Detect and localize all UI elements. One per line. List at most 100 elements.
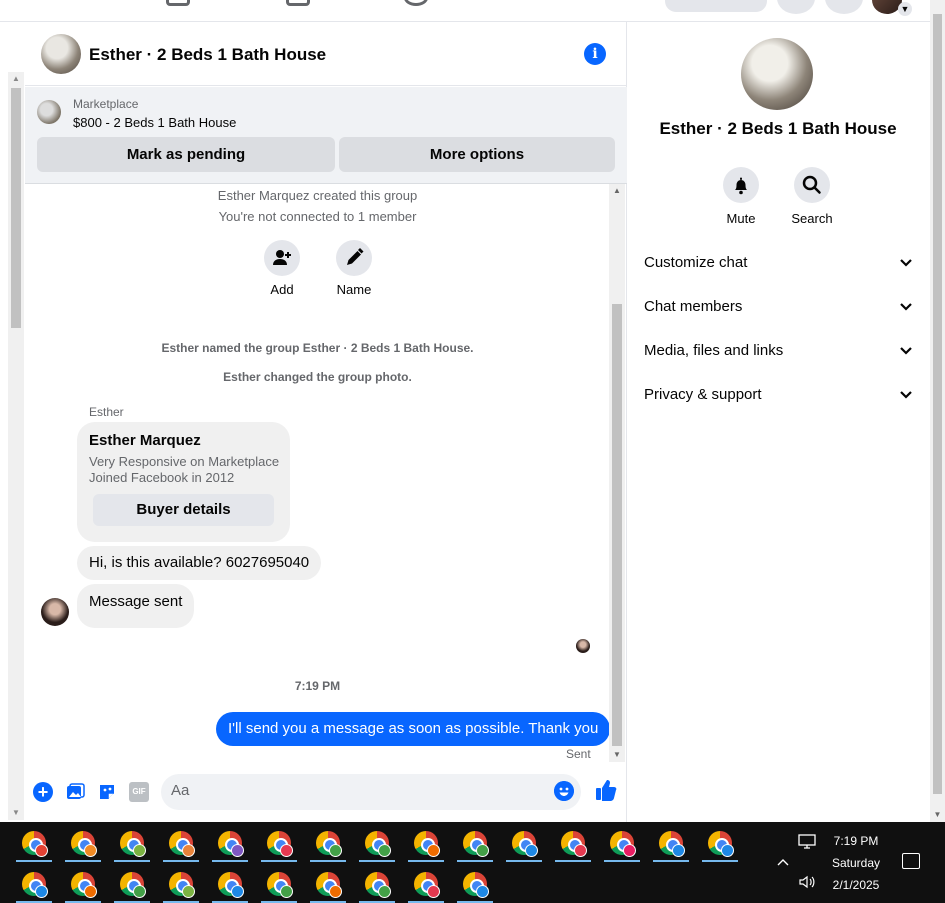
profile-badge-icon xyxy=(329,844,342,857)
incoming-message[interactable]: Message sent xyxy=(77,584,195,628)
taskbar-chrome-button[interactable] xyxy=(406,824,446,862)
taskbar-chrome-button[interactable] xyxy=(210,824,250,862)
chevron-up-icon[interactable] xyxy=(776,854,790,870)
sticker-icon[interactable] xyxy=(97,782,117,802)
add-member-action[interactable]: Add xyxy=(252,240,312,297)
clock-day[interactable]: Saturday xyxy=(826,856,886,870)
screen: ▼ ▲ ▼ Esther · 2 Beds 1 Bath House i Mar… xyxy=(0,0,945,903)
taskbar-chrome-button[interactable] xyxy=(406,865,446,903)
sender-name: Esther xyxy=(89,405,124,419)
marketplace-nav-icon[interactable] xyxy=(166,0,190,6)
taskbar-chrome-button[interactable] xyxy=(259,865,299,903)
taskbar-chrome-button[interactable] xyxy=(161,824,201,862)
scroll-down-arrow-icon[interactable]: ▼ xyxy=(930,808,945,822)
taskbar-chrome-button[interactable] xyxy=(112,865,152,903)
taskbar-chrome-button[interactable] xyxy=(14,824,54,862)
taskbar-chrome-button[interactable] xyxy=(161,865,201,903)
add-person-icon[interactable] xyxy=(264,240,300,276)
buyer-name[interactable]: Esther Marquez xyxy=(89,432,201,449)
pencil-icon[interactable] xyxy=(336,240,372,276)
profile-badge-icon xyxy=(182,885,195,898)
photo-attach-icon[interactable] xyxy=(65,782,85,802)
page-scrollbar[interactable]: ▲ ▼ xyxy=(8,72,24,820)
buyer-joined: Joined Facebook in 2012 xyxy=(89,470,235,485)
search-icon[interactable] xyxy=(794,167,830,203)
mark-as-pending-button[interactable]: Mark as pending xyxy=(37,137,335,172)
profile-badge-icon xyxy=(329,885,342,898)
scrollbar-thumb[interactable] xyxy=(612,304,622,746)
incoming-message[interactable]: Hi, is this available? 6027695040 xyxy=(77,546,322,580)
info-icon[interactable]: i xyxy=(584,43,606,65)
running-indicator xyxy=(408,860,444,862)
taskbar-chrome-button[interactable] xyxy=(112,824,152,862)
buyer-details-button[interactable]: Buyer details xyxy=(93,494,274,526)
taskbar-chrome-button[interactable] xyxy=(455,824,495,862)
taskbar-chrome-button[interactable] xyxy=(357,824,397,862)
taskbar-chrome-button[interactable] xyxy=(651,824,691,862)
scroll-down-arrow-icon[interactable]: ▼ xyxy=(8,806,24,820)
taskbar-chrome-button[interactable] xyxy=(308,865,348,903)
listing-thumbnail[interactable] xyxy=(37,100,61,124)
outgoing-message[interactable]: I'll send you a message as soon as possi… xyxy=(216,712,611,746)
menu-grid-icon[interactable] xyxy=(777,0,815,14)
taskbar-chrome-button[interactable] xyxy=(210,865,250,903)
chat-members-row[interactable]: Chat members xyxy=(636,286,922,330)
bell-icon[interactable] xyxy=(723,167,759,203)
chevron-down-icon xyxy=(900,391,912,399)
taskbar-chrome-button[interactable] xyxy=(602,824,642,862)
scrollbar-thumb[interactable] xyxy=(11,88,21,328)
action-center-icon[interactable] xyxy=(902,853,920,869)
clock-time[interactable]: 7:19 PM xyxy=(826,834,886,848)
privacy-support-row[interactable]: Privacy & support xyxy=(636,374,922,418)
listing-title[interactable]: $800 - 2 Beds 1 Bath House xyxy=(73,115,236,130)
network-icon[interactable] xyxy=(798,834,816,853)
media-files-links-row[interactable]: Media, files and links xyxy=(636,330,922,374)
emoji-icon[interactable] xyxy=(554,781,574,801)
name-group-action[interactable]: Name xyxy=(324,240,384,297)
sender-avatar[interactable] xyxy=(41,598,69,626)
message-input-box[interactable] xyxy=(161,774,581,810)
running-indicator xyxy=(359,860,395,862)
taskbar-chrome-button[interactable] xyxy=(700,824,740,862)
gif-icon[interactable]: GIF xyxy=(129,782,149,802)
message-input[interactable] xyxy=(171,782,541,799)
taskbar-chrome-button[interactable] xyxy=(455,865,495,903)
gaming-nav-icon[interactable] xyxy=(404,0,428,6)
scrollbar-thumb[interactable] xyxy=(933,14,942,794)
scroll-up-arrow-icon[interactable]: ▲ xyxy=(609,184,625,198)
group-photo-large[interactable] xyxy=(741,38,813,110)
scroll-up-arrow-icon[interactable]: ▲ xyxy=(8,72,24,86)
system-message-named: Esther named the group Esther · 2 Beds 1… xyxy=(161,341,474,355)
mute-action[interactable]: Mute xyxy=(711,167,771,226)
more-options-button[interactable]: More options xyxy=(339,137,615,172)
account-chevron-icon[interactable]: ▼ xyxy=(898,2,912,16)
taskbar-chrome-button[interactable] xyxy=(308,824,348,862)
clock-date[interactable]: 2/1/2025 xyxy=(826,878,886,892)
thumbs-up-icon[interactable] xyxy=(595,778,617,802)
profile-badge-icon xyxy=(378,885,391,898)
taskbar-chrome-button[interactable] xyxy=(504,824,544,862)
search-action[interactable]: Search xyxy=(782,167,842,226)
taskbar-chrome-button[interactable] xyxy=(63,824,103,862)
taskbar-chrome-button[interactable] xyxy=(259,824,299,862)
group-photo[interactable] xyxy=(41,34,81,74)
chat-details-pane: Esther · 2 Beds 1 Bath House Mute Search… xyxy=(628,22,930,822)
messages-scrollbar[interactable]: ▲ ▼ xyxy=(609,184,625,762)
plus-icon[interactable]: + xyxy=(33,782,53,802)
groups-nav-icon[interactable] xyxy=(286,0,310,6)
taskbar-chrome-button[interactable] xyxy=(63,865,103,903)
taskbar: 7:19 PM Saturday 2/1/2025 xyxy=(0,822,945,903)
chat-pane: Esther · 2 Beds 1 Bath House i Marketpla… xyxy=(25,22,627,822)
taskbar-chrome-button[interactable] xyxy=(14,865,54,903)
find-friends-button[interactable] xyxy=(665,0,767,12)
profile-badge-icon xyxy=(133,885,146,898)
notifications-icon[interactable] xyxy=(825,0,863,14)
customize-chat-row[interactable]: Customize chat xyxy=(636,242,922,286)
taskbar-chrome-button[interactable] xyxy=(357,865,397,903)
window-scrollbar[interactable]: ▼ xyxy=(930,0,945,822)
scroll-down-arrow-icon[interactable]: ▼ xyxy=(609,748,625,762)
chat-title[interactable]: Esther · 2 Beds 1 Bath House xyxy=(89,45,326,65)
volume-icon[interactable] xyxy=(798,874,816,893)
taskbar-chrome-button[interactable] xyxy=(553,824,593,862)
message-list[interactable]: Esther Marquez created this group You're… xyxy=(25,184,627,762)
